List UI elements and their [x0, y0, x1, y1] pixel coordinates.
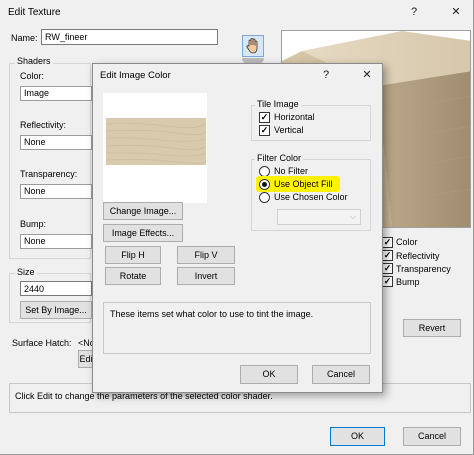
- hand-icon: [246, 38, 258, 54]
- color-check-label: Color: [396, 237, 418, 247]
- bump-shader-value: None: [24, 236, 46, 246]
- image-effects-button[interactable]: Image Effects...: [103, 224, 183, 242]
- change-image-button[interactable]: Change Image...: [103, 202, 183, 220]
- reflectivity-label: Reflectivity:: [20, 120, 67, 130]
- color-checkbox[interactable]: ✓: [382, 237, 393, 248]
- horizontal-checkbox[interactable]: ✓: [259, 112, 270, 123]
- help-icon[interactable]: ?: [316, 66, 336, 84]
- ok-button[interactable]: OK: [330, 427, 385, 446]
- flip-v-button[interactable]: Flip V: [177, 246, 235, 264]
- use-object-fill-label: Use Object Fill: [274, 179, 333, 189]
- color-label: Color:: [20, 71, 45, 81]
- image-swatch-box: [103, 93, 207, 203]
- chosen-color-select[interactable]: ⌵: [277, 209, 361, 225]
- check-icon: ✓: [383, 250, 392, 260]
- transparency-check-label: Transparency: [396, 264, 451, 274]
- vertical-label: Vertical: [274, 125, 304, 135]
- bump-shader-select[interactable]: None: [20, 234, 92, 249]
- check-icon: ✓: [260, 112, 269, 122]
- size-input[interactable]: 2440: [20, 281, 92, 296]
- dialog-title: Edit Image Color: [100, 70, 171, 81]
- window-title: Edit Texture: [8, 7, 61, 18]
- reflectivity-checkbox[interactable]: ✓: [382, 250, 393, 261]
- help-icon[interactable]: ?: [404, 3, 424, 21]
- check-icon: ✓: [383, 237, 392, 247]
- revert-button[interactable]: Revert: [403, 319, 461, 337]
- check-icon: ✓: [260, 125, 269, 135]
- bump-checkbox[interactable]: ✓: [382, 276, 393, 287]
- use-object-fill-radio[interactable]: [259, 179, 270, 190]
- bump-check-label: Bump: [396, 277, 420, 287]
- name-input[interactable]: RW_fineer: [41, 29, 218, 45]
- use-chosen-color-radio[interactable]: [259, 192, 270, 203]
- bump-label: Bump:: [20, 219, 47, 229]
- transparency-label: Transparency:: [20, 169, 78, 179]
- surface-hatch-label: Surface Hatch:: [12, 338, 72, 348]
- color-shader-value: Image: [24, 88, 50, 98]
- use-chosen-color-label: Use Chosen Color: [274, 192, 348, 202]
- no-filter-label: No Filter: [274, 166, 309, 176]
- reflectivity-check-label: Reflectivity: [396, 251, 440, 261]
- tile-image-label: Tile Image: [255, 99, 301, 109]
- rotate-button[interactable]: Rotate: [105, 267, 161, 285]
- check-icon: ✓: [383, 276, 392, 286]
- reflectivity-shader-value: None: [24, 137, 46, 147]
- set-by-image-button[interactable]: Set By Image...: [20, 301, 92, 319]
- transparency-shader-select[interactable]: None: [20, 184, 92, 199]
- transparency-shader-value: None: [24, 186, 46, 196]
- edit-image-color-dialog: Edit Image Color ? ✕ Change Image... Ima…: [92, 63, 383, 393]
- dialog-cancel-button[interactable]: Cancel: [312, 365, 370, 384]
- dialog-ok-button[interactable]: OK: [240, 365, 298, 384]
- cancel-button[interactable]: Cancel: [403, 427, 461, 446]
- size-label: Size: [15, 267, 37, 277]
- horizontal-label: Horizontal: [274, 112, 315, 122]
- close-icon[interactable]: ✕: [357, 66, 377, 84]
- invert-button[interactable]: Invert: [177, 267, 235, 285]
- hand-tool-button[interactable]: [242, 35, 264, 57]
- check-icon: ✓: [383, 263, 392, 273]
- flip-h-button[interactable]: Flip H: [105, 246, 161, 264]
- name-label: Name:: [11, 33, 38, 43]
- reflectivity-shader-select[interactable]: None: [20, 135, 92, 150]
- dropdown-arrow-icon: ⌵: [349, 212, 356, 221]
- wood-texture-image: [106, 118, 206, 165]
- close-icon[interactable]: ✕: [446, 3, 466, 21]
- description-text: These items set what color to use to tin…: [103, 302, 371, 354]
- shaders-label: Shaders: [15, 56, 53, 66]
- filter-color-label: Filter Color: [255, 153, 304, 163]
- vertical-checkbox[interactable]: ✓: [259, 125, 270, 136]
- color-shader-select[interactable]: Image: [20, 86, 92, 101]
- transparency-checkbox[interactable]: ✓: [382, 263, 393, 274]
